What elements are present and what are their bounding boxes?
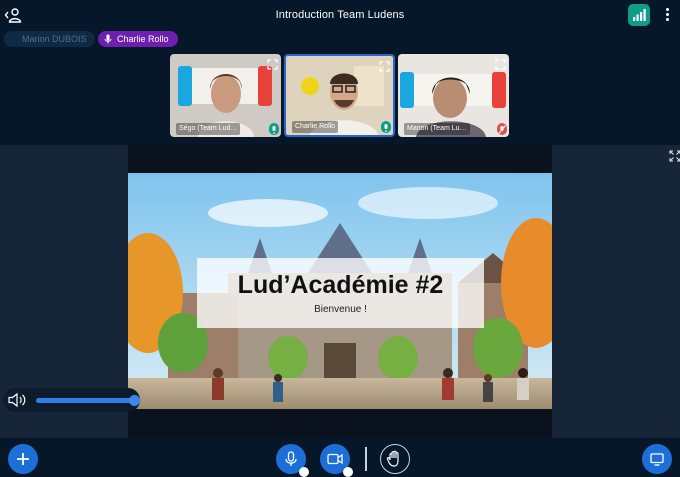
top-bar: Introduction Team Ludens bbox=[0, 0, 680, 30]
microphone-icon bbox=[104, 34, 112, 44]
monitor-icon bbox=[650, 453, 664, 466]
actions-button[interactable] bbox=[8, 444, 38, 474]
expand-icon[interactable] bbox=[379, 59, 390, 72]
signal-bars-icon[interactable] bbox=[628, 4, 650, 26]
expand-icon[interactable] bbox=[669, 149, 680, 162]
talker-chip[interactable]: Marion DUBOIS bbox=[4, 31, 95, 47]
webcam-tile-active[interactable]: Charlie Rollo bbox=[284, 54, 395, 137]
chevron-down-icon[interactable] bbox=[299, 467, 309, 477]
webcam-user-name: Charlie Rollo bbox=[292, 121, 339, 133]
volume-slider-fill bbox=[36, 398, 135, 403]
slide-title-panel: Lud’Académie #2 Bienvenue ! bbox=[197, 258, 484, 328]
microphone-icon bbox=[269, 123, 279, 135]
camera-button[interactable] bbox=[320, 444, 353, 477]
toolbar-divider bbox=[365, 447, 367, 471]
speaker-icon[interactable] bbox=[8, 392, 28, 408]
meeting-title: Introduction Team Ludens bbox=[275, 9, 405, 21]
slide-subtitle: Bienvenue ! bbox=[314, 304, 367, 315]
volume-slider-handle[interactable] bbox=[128, 395, 140, 406]
conference-window: Introduction Team Ludens Marion DUBOIS C… bbox=[0, 0, 680, 477]
slide-title: Lud’Académie #2 bbox=[237, 271, 444, 299]
volume-control bbox=[3, 388, 140, 412]
talker-name: Charlie Rollo bbox=[117, 34, 169, 44]
screen-share-button[interactable] bbox=[642, 444, 672, 474]
expand-icon[interactable] bbox=[495, 57, 506, 70]
presentation-slide: Lud’Académie #2 Bienvenue ! bbox=[128, 173, 552, 409]
webcam-tile[interactable]: Ségo (Team Lud… bbox=[170, 54, 281, 137]
webcam-user-name: Ségo (Team Lud… bbox=[176, 123, 241, 135]
microphone-icon bbox=[381, 121, 391, 133]
mute-button[interactable] bbox=[276, 444, 309, 477]
webcam-tile[interactable]: Manon (Team Lu… bbox=[398, 54, 509, 137]
chevron-down-icon[interactable] bbox=[343, 467, 353, 477]
raise-hand-button[interactable] bbox=[380, 444, 410, 474]
expand-icon[interactable] bbox=[267, 57, 278, 70]
plus-icon bbox=[17, 453, 29, 465]
hand-icon bbox=[386, 450, 399, 467]
webcam-user-name: Manon (Team Lu… bbox=[404, 123, 470, 135]
kebab-menu-icon[interactable] bbox=[661, 7, 673, 23]
talker-chip-active[interactable]: Charlie Rollo bbox=[98, 31, 178, 47]
volume-slider[interactable] bbox=[36, 395, 140, 406]
microphone-muted-icon bbox=[497, 123, 507, 135]
